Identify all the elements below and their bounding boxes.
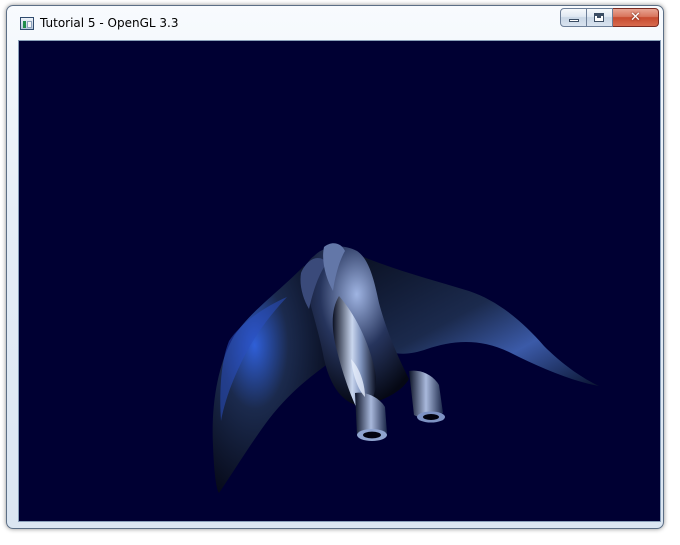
application-window: Tutorial 5 - OpenGL 3.3 ✕ [6, 5, 664, 529]
rendered-scene [212, 243, 599, 493]
opengl-viewport[interactable] [18, 40, 661, 522]
title-bar[interactable]: Tutorial 5 - OpenGL 3.3 ✕ [7, 6, 663, 40]
maximize-button[interactable] [587, 8, 613, 27]
application-window-icon[interactable] [20, 17, 34, 30]
close-button[interactable]: ✕ [613, 8, 659, 27]
minimize-button[interactable] [560, 8, 587, 27]
maximize-icon [594, 13, 604, 22]
window-controls: ✕ [560, 8, 659, 28]
spaceship-model [212, 243, 599, 493]
close-icon: ✕ [630, 10, 641, 25]
window-title: Tutorial 5 - OpenGL 3.3 [40, 16, 179, 30]
minimize-icon [569, 19, 579, 22]
